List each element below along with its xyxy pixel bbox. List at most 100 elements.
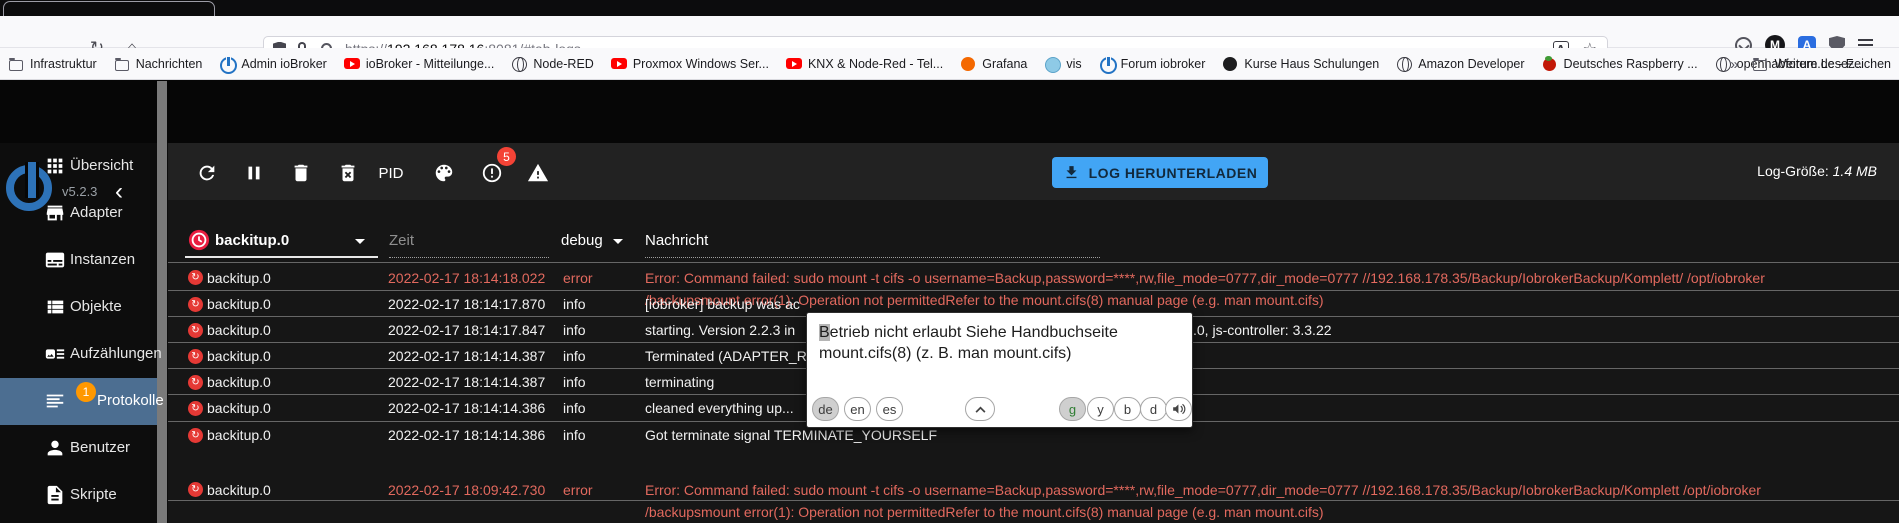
bookmark-item[interactable]: Grafana [960,56,1027,72]
chevron-down-icon[interactable] [355,239,365,244]
bookmark-item[interactable]: Admin ioBroker [219,55,327,74]
bookmarks-overflow-chevron[interactable]: » [1730,56,1738,73]
warnings-filter-icon[interactable] [525,160,551,186]
colors-palette-icon[interactable] [431,160,457,186]
sidebar-item-benutzer[interactable]: Benutzer [0,425,157,472]
sidebar-item-adapter[interactable]: Adapter [0,190,157,237]
browser-toolbar: ← → ↻ ⌂ https://192.168.178.16:8081/#tab… [0,16,1899,62]
log-source: backitup.0 [207,296,271,312]
lang-de-button[interactable]: de [812,397,839,421]
youtube-icon [343,56,360,72]
log-time: 2022-02-17 18:09:42.730 [388,482,546,498]
translation-text: Betrieb nicht erlaubt Siehe Handbuchseit… [819,324,1118,362]
time-column-header[interactable]: Zeit [389,232,414,249]
log-row: ↻ backitup.0 2022-02-17 18:14:14.386 inf… [168,422,1899,475]
log-row: ↻ backitup.0 2022-02-17 18:09:42.730 err… [168,475,1899,520]
log-message-fragment: .0, js-controller: 3.3.22 [1193,322,1332,338]
backitup-icon: ↻ [188,349,203,364]
vis-icon [1044,56,1062,73]
log-source: backitup.0 [207,482,271,498]
more-bookmarks[interactable]: Weitere Lesezeichen [1752,56,1891,72]
lang-en-button[interactable]: en [844,397,871,421]
log-time: 2022-02-17 18:14:14.387 [388,348,546,364]
bookmark-item[interactable]: Kurse Haus Schulungen [1222,56,1379,72]
sidebar-item-objekte[interactable]: Objekte [0,284,157,331]
log-message: terminating [645,374,715,390]
time-filter-underline [389,257,549,258]
quick-b-button[interactable]: b [1114,397,1141,421]
bookmark-item[interactable]: Node-RED [511,56,594,72]
sidebar-item-uebersicht[interactable]: Übersicht [0,143,157,190]
scripts-icon [44,484,66,506]
pause-icon[interactable] [241,160,267,186]
log-message: cleaned everything up... [645,400,794,416]
globe-icon [1715,56,1731,72]
source-filter-select[interactable]: backitup.0 [215,232,289,249]
store-icon [44,202,66,224]
log-time: 2022-02-17 18:14:17.870 [388,296,546,312]
log-level: info [563,322,586,338]
log-source: backitup.0 [207,427,271,443]
logs-icon [44,390,66,412]
bookmark-item[interactable]: vis [1044,56,1082,73]
level-filter-select[interactable]: debug [561,232,603,249]
log-time: 2022-02-17 18:14:14.387 [388,374,546,390]
sidebar-item-skripte[interactable]: Skripte [0,472,157,519]
download-log-button[interactable]: LOG HERUNTERLADEN [1052,157,1268,188]
bookmark-item[interactable]: KNX & Node-Red - Tel... [785,56,943,72]
pid-toggle[interactable]: PID [378,160,404,186]
backitup-icon: ↻ [188,401,203,416]
sidebar-item-instanzen[interactable]: Instanzen [0,237,157,284]
backitup-icon: ↻ [188,297,203,312]
backitup-icon: ↻ [188,270,203,285]
youtube-icon [785,56,802,72]
menu-icon[interactable] [1858,39,1873,41]
log-message: starting. Version 2.2.3 in [645,322,796,338]
log-row: ↻ backitup.0 2022-02-17 18:14:18.022 err… [168,263,1899,308]
refresh-icon[interactable] [194,160,220,186]
chevron-down-icon[interactable] [613,239,623,244]
bookmark-item[interactable]: Amazon Developer [1396,56,1525,72]
bookmark-item[interactable]: ioBroker - Mitteilunge... [343,56,494,72]
log-source: backitup.0 [207,400,271,416]
source-filter-underline [185,256,378,258]
clear-log-icon[interactable] [288,160,314,186]
backitup-icon: ↻ [188,482,203,497]
backitup-icon: ↻ [188,323,203,338]
sidebar-scrollbar[interactable] [157,81,167,523]
log-time: 2022-02-17 18:14:18.022 [388,270,546,286]
log-time: 2022-02-17 18:14:14.386 [388,427,546,443]
browser-tab[interactable] [3,1,215,16]
bookmark-item[interactable]: Proxmox Windows Ser... [610,56,769,72]
browser-tab-strip [0,0,1899,16]
clear-log-file-icon[interactable] [335,160,361,186]
backitup-icon [188,229,210,251]
quick-d-button[interactable]: d [1140,397,1167,421]
sidebar: Übersicht Adapter Instanzen Objekte Aufz… [0,143,164,519]
bookmark-item[interactable]: Nachrichten [114,56,202,72]
iobroker-icon [1099,55,1117,74]
log-source: backitup.0 [207,270,271,286]
iobroker-icon [219,55,238,74]
message-column-header[interactable]: Nachricht [645,232,708,249]
speaker-icon [1172,403,1185,415]
bookmark-item[interactable]: Forum iobroker [1099,55,1205,74]
collapse-chevron-button[interactable] [965,397,995,421]
backitup-icon: ↻ [188,428,203,443]
log-source: backitup.0 [207,322,271,338]
quick-y-button[interactable]: y [1087,397,1114,421]
speaker-button[interactable] [1165,397,1192,421]
bookmark-item[interactable]: Deutsches Raspberry ... [1542,55,1698,72]
log-level: error [563,482,593,498]
quick-g-button[interactable]: g [1059,397,1086,421]
lang-es-button[interactable]: es [876,397,903,421]
user-icon [44,437,66,459]
error-count-badge: 5 [497,147,516,166]
sidebar-item-protokolle[interactable]: 1 Protokolle [0,378,164,425]
bookmark-item[interactable]: Infrastruktur [8,56,97,72]
log-time: 2022-02-17 18:14:14.386 [388,400,546,416]
app-header: v5.2.3 ‹ IOBROKER marcel [0,80,1899,212]
sidebar-item-aufzaehlungen[interactable]: Aufzählungen [0,331,162,378]
logs-badge: 1 [76,382,96,402]
log-level: info [563,348,586,364]
